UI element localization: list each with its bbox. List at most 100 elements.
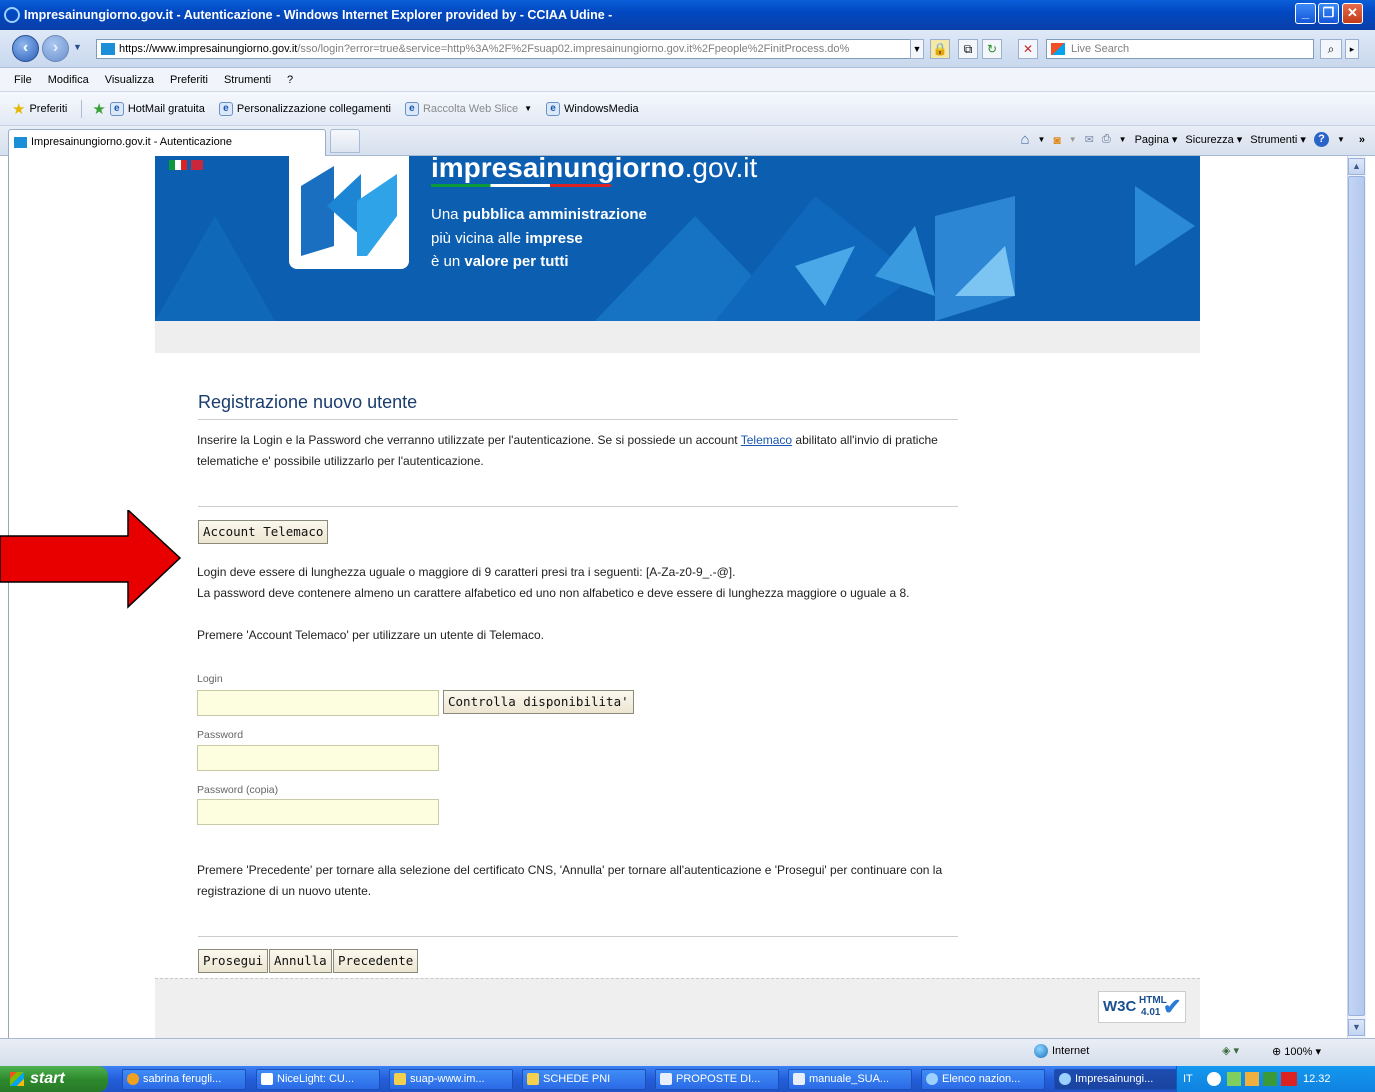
taskbar-item[interactable]: Elenco nazion... bbox=[921, 1069, 1045, 1090]
site-favicon-icon bbox=[14, 137, 27, 148]
folder-icon bbox=[527, 1073, 539, 1085]
lock-icon[interactable]: 🔒 bbox=[930, 39, 950, 59]
language-indicator[interactable]: IT bbox=[1183, 1066, 1193, 1092]
taskbar: start sabrina ferugli... NiceLight: CU..… bbox=[0, 1066, 1375, 1092]
check-availability-button[interactable]: Controlla disponibilita' bbox=[443, 690, 634, 714]
login-label: Login bbox=[197, 673, 223, 685]
tray-arrow-icon[interactable] bbox=[1207, 1072, 1221, 1086]
chevron-down-icon[interactable]: ▼ bbox=[1119, 135, 1127, 144]
scrollbar-thumb[interactable] bbox=[1348, 176, 1365, 1016]
site-name-tld: .gov.it bbox=[684, 156, 758, 183]
prosegui-button[interactable]: Prosegui bbox=[198, 949, 269, 973]
mail-icon[interactable]: ✉ bbox=[1085, 133, 1094, 146]
login-input[interactable] bbox=[197, 690, 439, 716]
search-options-icon[interactable]: ▸ bbox=[1345, 39, 1359, 59]
flag-italy-red bbox=[181, 160, 187, 170]
tray-network-icon[interactable] bbox=[1227, 1072, 1241, 1086]
site-name-bold: impresa bbox=[431, 156, 539, 183]
ie-page-icon: e bbox=[546, 101, 561, 116]
fav-link-hotmail[interactable]: e HotMail gratuita bbox=[109, 101, 205, 116]
menu-preferiti[interactable]: Preferiti bbox=[170, 74, 208, 86]
fav-link-personalizzazione[interactable]: e Personalizzazione collegamenti bbox=[218, 101, 391, 116]
search-icon[interactable]: ⌕ bbox=[1320, 39, 1342, 59]
minimize-button[interactable]: _ bbox=[1295, 3, 1316, 24]
address-input[interactable]: https://www.impresainungiorno.gov.it/sso… bbox=[96, 39, 916, 59]
close-button[interactable]: ✕ bbox=[1342, 3, 1363, 24]
clock[interactable]: 12.32 bbox=[1303, 1066, 1331, 1092]
favorites-button[interactable]: ★ Preferiti bbox=[12, 100, 67, 118]
add-favorite-icon[interactable]: ★ bbox=[92, 100, 105, 118]
security-menu[interactable]: Sicurezza ▾ bbox=[1185, 133, 1242, 146]
tagline-line-3: è un valore per tutti bbox=[431, 253, 569, 270]
tab-active[interactable]: Impresainungiorno.gov.it - Autenticazion… bbox=[8, 129, 326, 156]
password-copy-input[interactable] bbox=[197, 799, 439, 825]
flag-uk-icon[interactable] bbox=[191, 160, 203, 170]
password-input[interactable] bbox=[197, 745, 439, 771]
chevron-down-icon[interactable]: ▼ bbox=[1337, 135, 1345, 144]
scroll-down-button[interactable]: ▼ bbox=[1348, 1019, 1365, 1036]
menu-help[interactable]: ? bbox=[287, 74, 293, 86]
fav-link-label: Raccolta Web Slice bbox=[422, 102, 519, 115]
menu-strumenti[interactable]: Strumenti bbox=[224, 74, 271, 86]
taskbar-item-label: PROPOSTE DI... bbox=[676, 1073, 761, 1085]
tagline-line-2: più vicina alle imprese bbox=[431, 230, 583, 247]
tagline-bold: pubblica amministrazione bbox=[462, 206, 647, 223]
menu-modifica[interactable]: Modifica bbox=[48, 74, 89, 86]
zoom-control[interactable]: ⊕ 100% ▾ bbox=[1272, 1045, 1321, 1058]
tools-menu[interactable]: Strumenti ▾ bbox=[1250, 133, 1306, 146]
taskbar-item[interactable]: sabrina ferugli... bbox=[122, 1069, 246, 1090]
back-button[interactable]: ‹ bbox=[12, 35, 39, 62]
toolbar-overflow-icon[interactable]: » bbox=[1359, 134, 1365, 146]
annulla-button[interactable]: Annulla bbox=[269, 949, 332, 973]
menu-visualizza[interactable]: Visualizza bbox=[105, 74, 154, 86]
tray-app-icon[interactable] bbox=[1245, 1072, 1259, 1086]
ie-logo-icon bbox=[4, 7, 20, 23]
home-icon[interactable]: ⌂ bbox=[1020, 131, 1029, 148]
feeds-icon[interactable]: ◙ bbox=[1053, 133, 1060, 147]
menu-bar: File Modifica Visualizza Preferiti Strum… bbox=[0, 68, 1375, 92]
divider bbox=[198, 936, 958, 937]
start-button[interactable]: start bbox=[0, 1066, 108, 1092]
tagline-line-1: Una pubblica amministrazione bbox=[431, 206, 647, 223]
w3c-version-text: 4.01 bbox=[1141, 1007, 1161, 1018]
search-input[interactable]: Live Search bbox=[1046, 39, 1314, 59]
menu-file[interactable]: File bbox=[14, 74, 32, 86]
taskbar-item[interactable]: SCHEDE PNI bbox=[522, 1069, 646, 1090]
url-domain: www.impresainungiorno.gov.it bbox=[152, 43, 298, 55]
telemaco-link[interactable]: Telemaco bbox=[741, 433, 792, 447]
w3c-html-badge[interactable]: W3C HTML 4.01 ✔ bbox=[1098, 991, 1186, 1023]
taskbar-item[interactable]: suap-www.im... bbox=[389, 1069, 513, 1090]
compatibility-icon[interactable]: ⧉ bbox=[958, 39, 978, 59]
taskbar-item[interactable]: NiceLight: CU... bbox=[256, 1069, 380, 1090]
protected-mode-icon[interactable]: ◈ ▾ bbox=[1222, 1044, 1239, 1057]
taskbar-item[interactable]: manuale_SUA... bbox=[788, 1069, 912, 1090]
page-menu[interactable]: Pagina ▾ bbox=[1135, 133, 1178, 146]
restore-button[interactable]: ❐ bbox=[1318, 3, 1339, 24]
refresh-icon[interactable]: ↻ bbox=[982, 39, 1002, 59]
chevron-down-icon[interactable]: ▼ bbox=[1038, 135, 1046, 144]
window-title-bar[interactable]: Impresainungiorno.gov.it - Autenticazion… bbox=[0, 0, 1375, 30]
new-tab-button[interactable] bbox=[330, 129, 360, 153]
help-icon[interactable]: ? bbox=[1313, 132, 1329, 147]
taskbar-item-active[interactable]: Impresainungi... bbox=[1054, 1069, 1178, 1090]
history-dropdown-icon[interactable]: ▼ bbox=[73, 42, 82, 52]
print-icon[interactable]: ⎙ bbox=[1102, 133, 1111, 146]
tagline-bold: imprese bbox=[525, 230, 583, 247]
chevron-down-icon[interactable]: ▼ bbox=[1069, 135, 1077, 144]
stop-icon[interactable]: ✕ bbox=[1018, 39, 1038, 59]
search-placeholder: Live Search bbox=[1071, 43, 1130, 55]
language-flags[interactable] bbox=[169, 160, 203, 170]
page-title: Registrazione nuovo utente bbox=[198, 392, 418, 412]
account-telemaco-button[interactable]: Account Telemaco bbox=[198, 520, 329, 544]
scroll-up-button[interactable]: ▲ bbox=[1348, 158, 1365, 175]
fav-link-windowsmedia[interactable]: e WindowsMedia bbox=[546, 101, 639, 116]
forward-button[interactable]: › bbox=[42, 35, 69, 62]
tray-security-icon[interactable] bbox=[1263, 1072, 1277, 1086]
live-search-logo-icon bbox=[1051, 43, 1065, 55]
address-dropdown-icon[interactable]: ▼ bbox=[910, 39, 924, 59]
tray-ati-icon[interactable] bbox=[1281, 1072, 1297, 1086]
precedente-button[interactable]: Precedente bbox=[333, 949, 419, 973]
fav-link-web-slice[interactable]: e Raccolta Web Slice ▼ bbox=[404, 101, 532, 116]
taskbar-item[interactable]: PROPOSTE DI... bbox=[655, 1069, 779, 1090]
site-logo[interactable] bbox=[289, 156, 409, 269]
